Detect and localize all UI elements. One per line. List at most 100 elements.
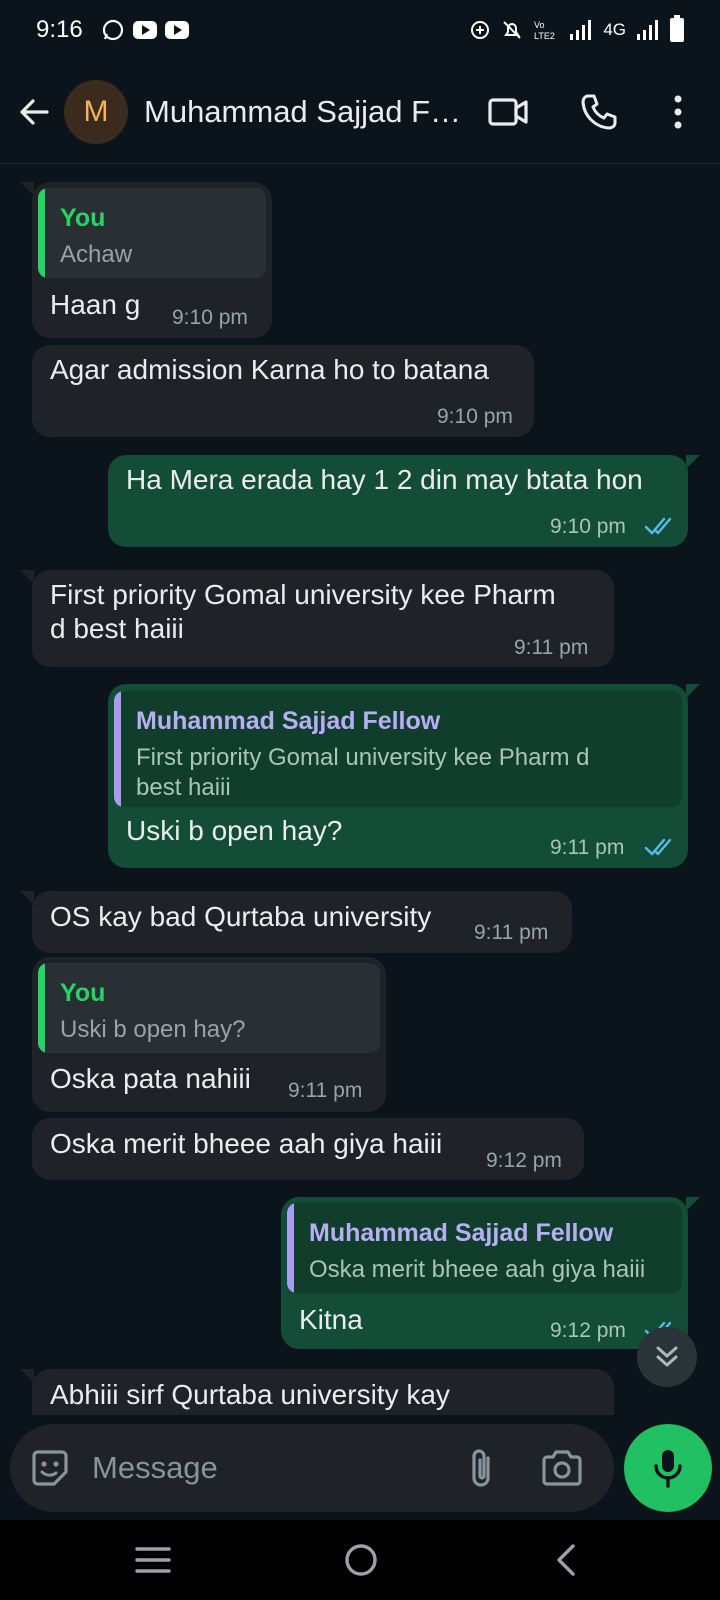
quote-bar: [114, 691, 121, 807]
arrow-left-icon: [20, 98, 49, 125]
message-text: Agar admission Karna ho to batana: [50, 354, 489, 385]
voice-message-button[interactable]: [624, 1424, 712, 1512]
sticker-button[interactable]: [28, 1446, 72, 1495]
message-time: 9:11 pm: [550, 836, 625, 859]
bubble-tail: [686, 684, 700, 698]
message-composer: [10, 1424, 614, 1512]
system-icons: Vo LTE2 4G: [469, 15, 684, 42]
bubble-tail: [20, 1369, 34, 1383]
bubble-tail: [20, 182, 34, 196]
quote-bar: [38, 188, 45, 278]
svg-text:Vo: Vo: [534, 20, 545, 30]
outgoing-message[interactable]: Ha Mera erada hay 1 2 din may btata hon …: [108, 455, 700, 547]
message-text: d best haiii: [50, 613, 184, 644]
status-bar: 9:16 Vo LTE2 4G: [0, 0, 720, 60]
message-text: Abhiii sirf Qurtaba university kay: [50, 1379, 450, 1410]
notification-icons: [101, 18, 189, 42]
message-list[interactable]: You Achaw Haan g 9:10 pm Agar admission …: [0, 165, 720, 1415]
message-time: 9:12 pm: [550, 1319, 626, 1342]
system-back-button[interactable]: [527, 1530, 607, 1590]
video-camera-icon: [488, 98, 528, 126]
quoted-message[interactable]: Muhammad Sajjad Fellow First priority Go…: [114, 691, 682, 807]
whatsapp-notification-icon: [102, 19, 123, 41]
microphone-icon: [654, 1450, 682, 1488]
more-vertical-icon: [674, 95, 682, 129]
incoming-message[interactable]: OS kay bad Qurtaba university 9:11 pm: [20, 891, 572, 953]
outgoing-message[interactable]: Muhammad Sajjad Fellow First priority Go…: [108, 684, 700, 868]
sticker-icon: [32, 1450, 68, 1486]
bubble-tail: [686, 1197, 700, 1211]
message-input[interactable]: [92, 1438, 432, 1498]
data-saver-icon: [471, 21, 490, 39]
quote-text: best haiii: [136, 774, 231, 801]
incoming-message[interactable]: Abhiii sirf Qurtaba university kay: [20, 1369, 614, 1415]
quote-author: Muhammad Sajjad Fellow: [309, 1219, 614, 1247]
recent-apps-button[interactable]: [113, 1530, 193, 1590]
quote-author: Muhammad Sajjad Fellow: [136, 707, 441, 735]
quote-text: Achaw: [60, 241, 133, 268]
incoming-message[interactable]: You Uski b open hay? Oska pata nahiii 9:…: [32, 957, 386, 1112]
network-type: 4G: [603, 20, 626, 39]
message-text: First priority Gomal university kee Phar…: [50, 579, 556, 610]
message-time: 9:11 pm: [288, 1079, 363, 1102]
chat-header: M Muhammad Sajjad Fellow: [0, 60, 720, 164]
quoted-message[interactable]: Muhammad Sajjad Fellow Oska merit bheee …: [287, 1203, 682, 1293]
camera-button[interactable]: [540, 1446, 584, 1495]
bubble-tail: [686, 455, 700, 469]
voice-call-button[interactable]: [569, 82, 629, 142]
incoming-message[interactable]: Agar admission Karna ho to batana 9:10 p…: [32, 345, 534, 437]
system-navigation-bar: [0, 1520, 720, 1600]
contact-name[interactable]: Muhammad Sajjad Fellow: [144, 94, 474, 130]
more-options-button[interactable]: [648, 82, 708, 142]
status-time: 9:16: [36, 16, 83, 43]
bubble-tail: [20, 570, 34, 584]
message-time: 9:10 pm: [437, 405, 513, 428]
avatar[interactable]: M: [64, 79, 128, 144]
outgoing-message[interactable]: Muhammad Sajjad Fellow Oska merit bheee …: [281, 1197, 700, 1349]
quote-bar: [38, 963, 45, 1053]
message-time: 9:10 pm: [550, 515, 626, 538]
menu-icon: [135, 1547, 171, 1573]
read-receipt-icon: [644, 838, 672, 856]
quoted-message[interactable]: You Uski b open hay?: [38, 963, 380, 1053]
read-receipt-icon: [644, 517, 672, 535]
volte-icon: VoLTE2: [534, 20, 555, 41]
message-time: 9:11 pm: [514, 636, 589, 659]
back-button[interactable]: [4, 82, 64, 142]
home-button[interactable]: [321, 1530, 401, 1590]
incoming-message[interactable]: You Achaw Haan g 9:10 pm: [20, 182, 272, 338]
quote-author: You: [60, 979, 106, 1007]
quote-text: Oska merit bheee aah giya haiii: [309, 1256, 646, 1283]
message-time: 9:11 pm: [474, 921, 549, 944]
home-circle-icon: [345, 1544, 377, 1576]
quote-author: You: [60, 204, 106, 232]
message-text: Ha Mera erada hay 1 2 din may btata hon: [126, 464, 643, 495]
message-text: Uski b open hay?: [126, 815, 343, 846]
quote-text: First priority Gomal university kee Phar…: [136, 744, 590, 771]
message-text: Haan g: [50, 289, 141, 320]
quoted-message[interactable]: You Achaw: [38, 188, 266, 278]
attach-button[interactable]: [462, 1446, 502, 1495]
signal-icon: [570, 20, 592, 40]
bubble-tail: [20, 891, 34, 905]
message-time: 9:12 pm: [486, 1149, 562, 1172]
svg-text:LTE2: LTE2: [534, 31, 555, 41]
quote-text: Uski b open hay?: [60, 1016, 246, 1043]
video-call-button[interactable]: [478, 82, 538, 142]
battery-icon: [670, 15, 684, 42]
incoming-message[interactable]: Oska merit bheee aah giya haiii 9:12 pm: [32, 1118, 584, 1180]
quote-bar: [287, 1203, 294, 1293]
incoming-message[interactable]: First priority Gomal university kee Phar…: [20, 570, 614, 667]
signal-icon: [637, 20, 658, 40]
youtube-notification-icon: [164, 21, 189, 39]
message-text: Kitna: [299, 1304, 363, 1335]
message-text: OS kay bad Qurtaba university: [50, 901, 432, 932]
mute-icon: [503, 21, 522, 39]
youtube-notification-icon: [132, 21, 157, 39]
message-text: Oska pata nahiii: [50, 1063, 251, 1094]
message-text: Oska merit bheee aah giya haiii: [50, 1128, 443, 1159]
message-time: 9:10 pm: [172, 306, 248, 329]
chevron-left-icon: [557, 1544, 575, 1576]
camera-icon: [542, 1450, 582, 1486]
scroll-to-bottom-button[interactable]: [637, 1327, 697, 1387]
